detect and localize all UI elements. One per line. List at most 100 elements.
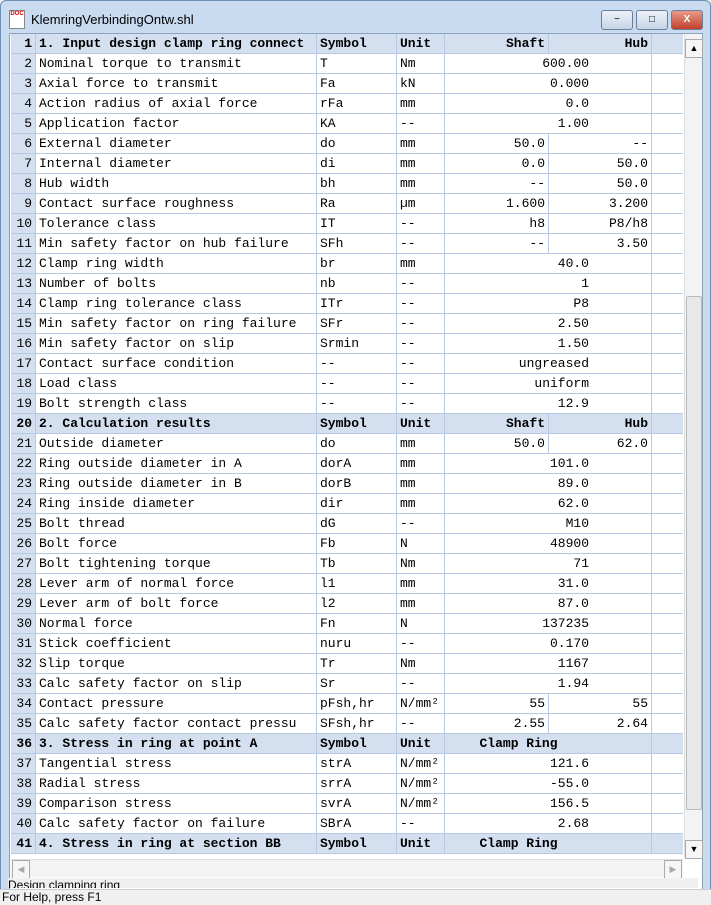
parameter-name[interactable]: Radial stress <box>36 774 317 793</box>
shaft-value[interactable]: Shaft <box>445 34 549 53</box>
parameter-name[interactable]: Nominal torque to transmit <box>36 54 317 73</box>
symbol-cell[interactable]: strA <box>317 754 397 773</box>
value-cell[interactable]: 0.0 <box>445 94 652 113</box>
shaft-value[interactable]: 1.600 <box>445 194 549 213</box>
parameter-name[interactable]: Normal force <box>36 614 317 633</box>
unit-cell[interactable]: mm <box>397 154 445 173</box>
shaft-value[interactable]: h8 <box>445 214 549 233</box>
symbol-cell[interactable]: Ra <box>317 194 397 213</box>
parameter-name[interactable]: Lever arm of bolt force <box>36 594 317 613</box>
unit-cell[interactable]: -- <box>397 634 445 653</box>
value-cell[interactable]: 1.00 <box>445 114 652 133</box>
value-cell[interactable]: 137235 <box>445 614 652 633</box>
symbol-cell[interactable]: IT <box>317 214 397 233</box>
unit-cell[interactable]: -- <box>397 374 445 393</box>
hub-value[interactable]: 2.64 <box>549 714 652 733</box>
parameter-name[interactable]: Ring outside diameter in B <box>36 474 317 493</box>
parameter-name[interactable]: Load class <box>36 374 317 393</box>
minimize-button[interactable]: − <box>601 10 633 30</box>
parameter-name[interactable]: Bolt tightening torque <box>36 554 317 573</box>
value-cell[interactable]: ungreased <box>445 354 652 373</box>
parameter-name[interactable]: Number of bolts <box>36 274 317 293</box>
unit-cell[interactable]: mm <box>397 174 445 193</box>
symbol-cell[interactable]: Symbol <box>317 734 397 753</box>
unit-cell[interactable]: µm <box>397 194 445 213</box>
shaft-value[interactable]: 50.0 <box>445 134 549 153</box>
parameter-name[interactable]: Bolt thread <box>36 514 317 533</box>
value-cell[interactable]: 121.6 <box>445 754 652 773</box>
scroll-down-arrow-icon[interactable]: ▼ <box>685 840 703 859</box>
symbol-cell[interactable]: dorA <box>317 454 397 473</box>
value-cell[interactable]: 0.000 <box>445 74 652 93</box>
scroll-right-arrow-icon[interactable]: ▶ <box>664 860 682 879</box>
parameter-name[interactable]: Comparison stress <box>36 794 317 813</box>
unit-cell[interactable]: mm <box>397 594 445 613</box>
unit-cell[interactable]: mm <box>397 134 445 153</box>
symbol-cell[interactable]: SBrA <box>317 814 397 833</box>
unit-cell[interactable]: -- <box>397 354 445 373</box>
unit-cell[interactable]: N <box>397 614 445 633</box>
symbol-cell[interactable]: Tr <box>317 654 397 673</box>
unit-cell[interactable]: Nm <box>397 54 445 73</box>
symbol-cell[interactable]: SFr <box>317 314 397 333</box>
symbol-cell[interactable]: Symbol <box>317 34 397 53</box>
unit-cell[interactable]: -- <box>397 314 445 333</box>
shaft-value[interactable]: 50.0 <box>445 434 549 453</box>
maximize-button[interactable]: □ <box>636 10 668 30</box>
unit-cell[interactable]: -- <box>397 274 445 293</box>
unit-cell[interactable]: N/mm² <box>397 754 445 773</box>
value-cell[interactable]: 62.0 <box>445 494 652 513</box>
hub-value[interactable]: 3.200 <box>549 194 652 213</box>
symbol-cell[interactable]: -- <box>317 374 397 393</box>
value-cell[interactable]: 2.50 <box>445 314 652 333</box>
value-cell[interactable]: P8 <box>445 294 652 313</box>
shaft-value[interactable]: 0.0 <box>445 154 549 173</box>
scrollbar-thumb[interactable] <box>686 296 702 810</box>
hub-value[interactable]: 50.0 <box>549 154 652 173</box>
parameter-name[interactable]: Ring inside diameter <box>36 494 317 513</box>
hub-value[interactable]: -- <box>549 134 652 153</box>
parameter-name[interactable]: Calc safety factor contact pressu <box>36 714 317 733</box>
unit-cell[interactable]: mm <box>397 94 445 113</box>
value-cell[interactable]: 0.170 <box>445 634 652 653</box>
symbol-cell[interactable]: br <box>317 254 397 273</box>
unit-cell[interactable]: Unit <box>397 414 445 433</box>
unit-cell[interactable]: kN <box>397 74 445 93</box>
symbol-cell[interactable]: svrA <box>317 794 397 813</box>
parameter-name[interactable]: Stick coefficient <box>36 634 317 653</box>
symbol-cell[interactable]: T <box>317 54 397 73</box>
parameter-name[interactable]: Clamp ring tolerance class <box>36 294 317 313</box>
parameter-name[interactable]: Bolt force <box>36 534 317 553</box>
unit-cell[interactable]: Unit <box>397 34 445 53</box>
symbol-cell[interactable]: SFsh,hr <box>317 714 397 733</box>
value-cell[interactable]: -55.0 <box>445 774 652 793</box>
symbol-cell[interactable]: Symbol <box>317 414 397 433</box>
unit-cell[interactable]: mm <box>397 474 445 493</box>
shaft-value[interactable]: 2.55 <box>445 714 549 733</box>
value-cell[interactable]: 1.94 <box>445 674 652 693</box>
value-cell[interactable]: 1 <box>445 274 652 293</box>
parameter-name[interactable]: Tolerance class <box>36 214 317 233</box>
unit-cell[interactable]: -- <box>397 814 445 833</box>
shaft-value[interactable]: Shaft <box>445 414 549 433</box>
parameter-name[interactable]: Application factor <box>36 114 317 133</box>
parameter-name[interactable]: Ring outside diameter in A <box>36 454 317 473</box>
value-cell[interactable]: 31.0 <box>445 574 652 593</box>
value-cell[interactable]: 101.0 <box>445 454 652 473</box>
parameter-name[interactable]: Hub width <box>36 174 317 193</box>
unit-cell[interactable]: Unit <box>397 834 445 853</box>
scroll-up-arrow-icon[interactable]: ▲ <box>685 39 703 58</box>
symbol-cell[interactable]: KA <box>317 114 397 133</box>
shaft-value[interactable]: -- <box>445 234 549 253</box>
parameter-name[interactable]: Min safety factor on hub failure <box>36 234 317 253</box>
symbol-cell[interactable]: pFsh,hr <box>317 694 397 713</box>
symbol-cell[interactable]: Tb <box>317 554 397 573</box>
unit-cell[interactable]: -- <box>397 674 445 693</box>
symbol-cell[interactable]: ITr <box>317 294 397 313</box>
value-cell[interactable]: 12.9 <box>445 394 652 413</box>
unit-cell[interactable]: -- <box>397 394 445 413</box>
unit-cell[interactable]: Nm <box>397 654 445 673</box>
hub-value[interactable]: P8/h8 <box>549 214 652 233</box>
parameter-name[interactable]: Min safety factor on slip <box>36 334 317 353</box>
scroll-left-arrow-icon[interactable]: ◀ <box>12 860 30 879</box>
